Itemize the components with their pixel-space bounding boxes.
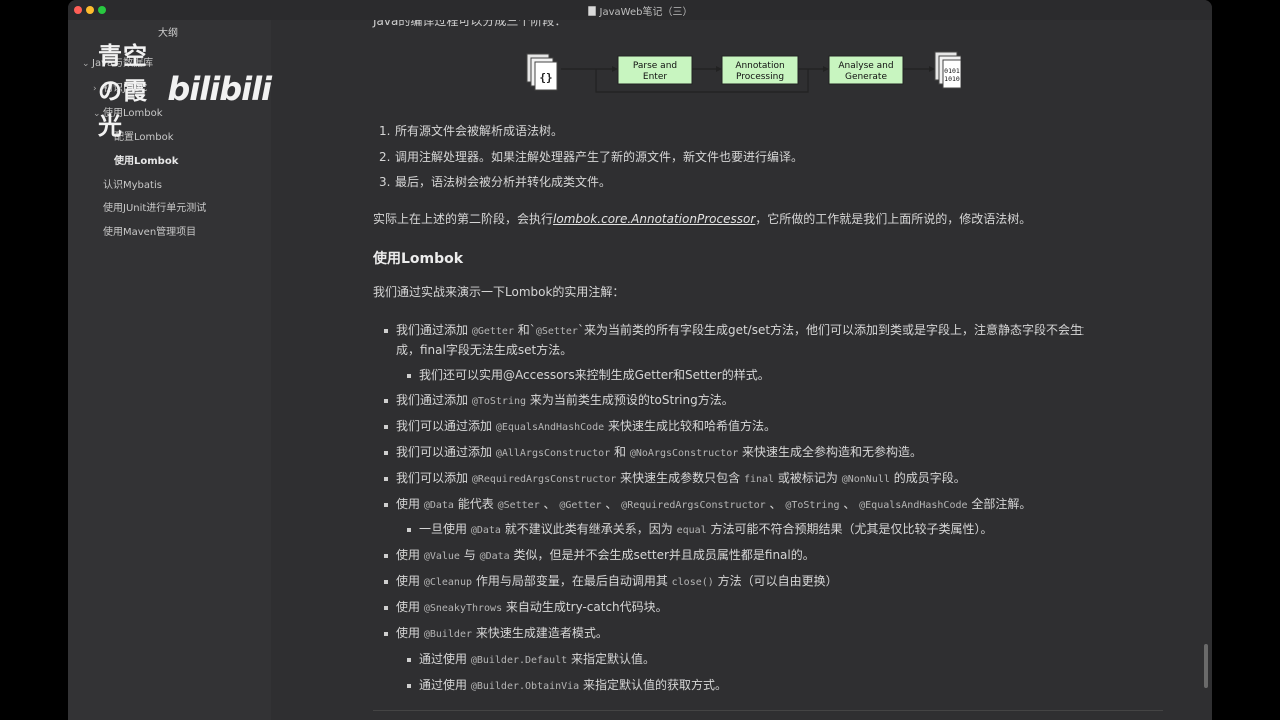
list-item: 一旦使用 @Data 就不建议此类有继承关系，因为 equal 方法可能不符合预… <box>407 521 993 539</box>
window-title: JavaWeb笔记（三） <box>599 7 693 18</box>
box1-line1: Parse and <box>633 61 677 71</box>
binary-line1: 0101 <box>944 67 960 75</box>
sidebar-item-maven[interactable]: 使用Maven管理项目 <box>103 223 196 238</box>
sidebar-item-label: 使用Maven管理项目 <box>103 227 197 238</box>
title-bar: JavaWeb笔记（三） <box>68 0 1212 20</box>
bullet-marker <box>384 450 388 455</box>
chevron-down-icon: ⌄ <box>82 59 90 69</box>
list-item: 2. 调用注解处理器。如果注解处理器产生了新的源文件，新文件也要进行编译。 <box>379 150 804 164</box>
binary-line2: 1010 <box>944 75 960 83</box>
paragraph: 我们通过实战来演示一下Lombok的实用注解： <box>373 285 625 299</box>
sidebar-item-junit[interactable]: 使用JUnit进行单元测试 <box>103 199 206 214</box>
sidebar-item-mybatis[interactable]: 认识Mybatis <box>103 176 162 191</box>
list-item: 我们可以添加 @RequiredArgsConstructor 来快速生成参数只… <box>384 470 966 488</box>
source-file-icon: {} <box>526 53 558 91</box>
sidebar-item-label: 使用Lombok <box>114 156 179 167</box>
list-item: 使用 @Data 能代表 @Setter 、 @Getter 、 @Requir… <box>384 496 1031 514</box>
list-item: 1. 所有源文件会被解析成语法树。 <box>379 124 564 138</box>
minimize-window-button[interactable] <box>86 6 94 14</box>
bullet-marker <box>407 527 411 532</box>
processor-link[interactable]: lombok.core.AnnotationProcessor <box>553 212 755 226</box>
bullet-marker <box>384 502 388 507</box>
list-item-continuation: 成，final字段无法生成set方法。 <box>396 343 573 357</box>
box1-line2: Enter <box>643 72 667 82</box>
arrowhead-1 <box>612 66 618 72</box>
list-item: 通过使用 @Builder.ObtainVia 来指定默认值的获取方式。 <box>407 677 727 695</box>
cut-off-paragraph: Java的编译过程可以分成三个阶段： <box>373 20 567 28</box>
bilibili-logo: bilibili <box>167 69 272 108</box>
arrowhead-4 <box>929 66 935 72</box>
compile-process-diagram: {} Parse and Enter Annotation Processing… <box>526 51 961 93</box>
bullet-marker <box>407 657 411 662</box>
maximize-window-button[interactable] <box>98 6 106 14</box>
list-item: 使用 @Cleanup 作用与局部变量，在最后自动调用其 close() 方法（… <box>384 573 838 591</box>
arrowhead-2 <box>716 66 722 72</box>
app-window: JavaWeb笔记（三） 大纲 ⌄ Java与数据库 › 初识JDBC ⌄ 使用Lom… <box>68 0 1212 720</box>
box3-line1: Analyse and <box>838 61 893 71</box>
list-item: 我们可以通过添加 @AllArgsConstructor 和 @NoArgsCo… <box>384 444 922 462</box>
text-cursor-icon: ⌶ <box>1077 324 1085 338</box>
vertical-scrollbar[interactable] <box>1204 644 1208 688</box>
binary-file-icon: 0101 1010 <box>934 51 961 89</box>
paragraph: 实际上在上述的第二阶段，会执行lombok.core.AnnotationPro… <box>373 212 1032 226</box>
arrowhead-3 <box>823 66 829 72</box>
window-title-wrap: JavaWeb笔记（三） <box>587 3 693 18</box>
list-item: 我们通过添加 @Getter 和`@Setter`来为当前类的所有字段生成get… <box>384 322 1082 340</box>
sidebar-item-label: 使用JUnit进行单元测试 <box>103 203 207 214</box>
list-item: 我们通过添加 @ToString 来为当前类生成预设的toString方法。 <box>384 392 734 410</box>
divider <box>373 710 1163 711</box>
bullet-marker <box>384 476 388 481</box>
list-item: 使用 @Builder 来快速生成建造者模式。 <box>384 625 608 643</box>
close-window-button[interactable] <box>74 6 82 14</box>
document-icon <box>587 5 596 16</box>
box2-line2: Processing <box>736 72 784 82</box>
watermark-overlay: 青空の霞光 bilibili <box>98 36 272 141</box>
box3-line2: Generate <box>845 72 887 82</box>
bullet-marker <box>407 373 411 378</box>
source-file-glyph: {} <box>539 71 552 84</box>
bullet-marker <box>384 424 388 429</box>
watermark-name: 青空の霞光 <box>98 42 148 140</box>
outline-sidebar: 大纲 ⌄ Java与数据库 › 初识JDBC ⌄ 使用Lombok 配置Lombok … <box>68 20 272 720</box>
bullet-marker <box>384 553 388 558</box>
list-item: 通过使用 @Builder.Default 来指定默认值。 <box>407 651 655 669</box>
section-heading: 使用Lombok <box>373 251 464 267</box>
list-item: 使用 @Value 与 @Data 类似，但是并不会生成setter并且成员属性… <box>384 547 815 565</box>
bullet-marker <box>384 605 388 610</box>
sidebar-item-label: 认识Mybatis <box>103 180 162 191</box>
sidebar-item-use-lombok-sub[interactable]: 使用Lombok <box>114 152 178 167</box>
list-item: 我们可以通过添加 @EqualsAndHashCode 来快速生成比较和哈希值方… <box>384 418 776 436</box>
list-item: 使用 @SneakyThrows 来自动生成try-catch代码块。 <box>384 599 668 617</box>
bullet-marker <box>384 398 388 403</box>
bullet-marker <box>384 631 388 636</box>
list-item: 3. 最后，语法树会被分析并转化成类文件。 <box>379 175 612 189</box>
box2-line1: Annotation <box>735 61 784 71</box>
bullet-marker <box>384 579 388 584</box>
bullet-marker <box>384 328 388 333</box>
bullet-marker <box>407 683 411 688</box>
list-item: 我们还可以实用@Accessors来控制生成Getter和Setter的样式。 <box>407 367 770 383</box>
document-content: Java的编译过程可以分成三个阶段： {} Parse and Enter An… <box>271 20 1212 720</box>
